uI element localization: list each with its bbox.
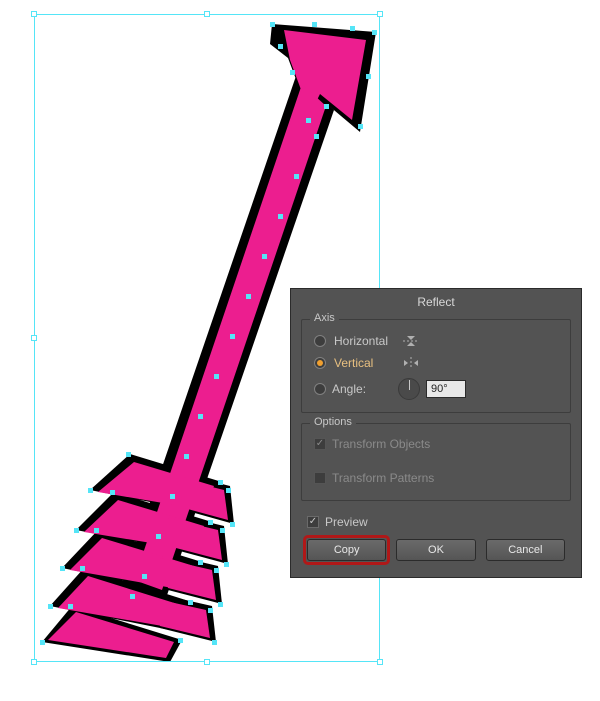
transform-patterns-row: Transform Patterns xyxy=(314,468,434,488)
radio-vertical-label: Vertical xyxy=(334,356,394,370)
checkbox-transform-patterns xyxy=(314,472,326,484)
transform-objects-label: Transform Objects xyxy=(332,437,430,451)
bbox-handle-tm[interactable] xyxy=(204,11,210,17)
bbox-handle-tl[interactable] xyxy=(31,11,37,17)
dialog-button-row: Copy OK Cancel xyxy=(301,539,571,561)
radio-angle[interactable] xyxy=(314,383,326,395)
ok-button[interactable]: OK xyxy=(396,539,475,561)
bbox-handle-bl[interactable] xyxy=(31,659,37,665)
reflect-dialog: Reflect Axis Horizontal Vertical Angle xyxy=(291,289,581,577)
preview-row[interactable]: Preview xyxy=(301,511,571,539)
axis-group-label: Axis xyxy=(310,312,339,324)
radio-vertical[interactable] xyxy=(314,357,326,369)
axis-group: Axis Horizontal Vertical Angle: xyxy=(301,319,571,413)
axis-horizontal-row[interactable]: Horizontal xyxy=(314,330,558,352)
preview-label: Preview xyxy=(325,515,368,529)
checkbox-preview[interactable] xyxy=(307,516,319,528)
angle-dial[interactable] xyxy=(398,378,420,400)
bbox-handle-bm[interactable] xyxy=(204,659,210,665)
angle-input[interactable] xyxy=(426,380,466,398)
radio-horizontal[interactable] xyxy=(314,335,326,347)
cancel-button[interactable]: Cancel xyxy=(486,539,565,561)
bbox-handle-ml[interactable] xyxy=(31,335,37,341)
horizontal-axis-icon xyxy=(402,334,420,348)
bbox-handle-tr[interactable] xyxy=(377,11,383,17)
axis-angle-row[interactable]: Angle: xyxy=(314,374,558,400)
copy-button[interactable]: Copy xyxy=(307,539,386,561)
vertical-axis-icon xyxy=(402,356,420,370)
transform-patterns-label: Transform Patterns xyxy=(332,471,434,485)
transform-objects-row: Transform Objects xyxy=(314,434,430,454)
options-group: Options Transform Objects Transform Patt… xyxy=(301,423,571,501)
bbox-handle-br[interactable] xyxy=(377,659,383,665)
axis-vertical-row[interactable]: Vertical xyxy=(314,352,558,374)
radio-horizontal-label: Horizontal xyxy=(334,334,394,348)
options-group-label: Options xyxy=(310,416,356,428)
dialog-title: Reflect xyxy=(291,289,581,313)
radio-angle-label: Angle: xyxy=(332,382,392,396)
checkbox-transform-objects xyxy=(314,438,326,450)
